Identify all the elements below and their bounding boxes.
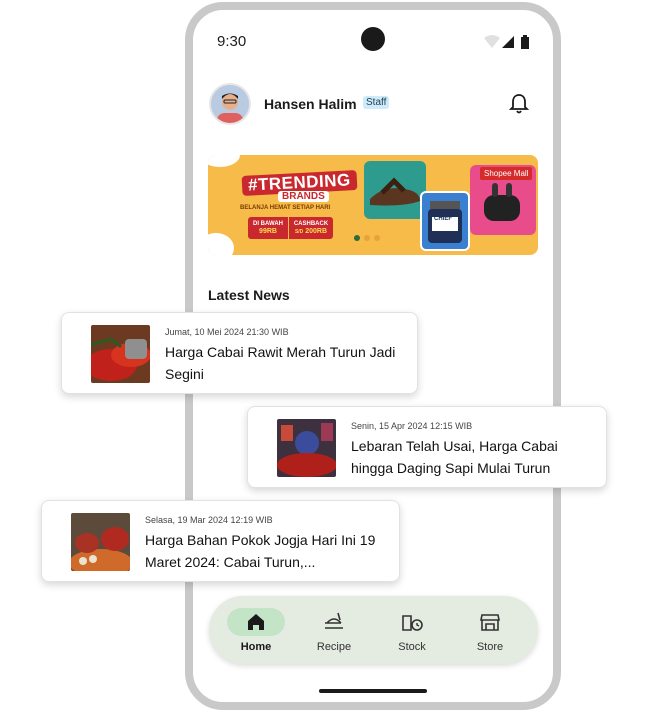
promo-under-label: DI BAWAH [253,221,283,227]
promo-cashback-prefix: S/D [294,229,304,235]
bottom-navigation: Home Recipe Stock Store [209,596,538,664]
banner-tagline: BELANJA HEMAT SETIAP HARI [240,205,331,211]
news-card[interactable]: Senin, 15 Apr 2024 12:15 WIB Lebaran Tel… [247,406,607,488]
nav-home-label: Home [240,641,272,653]
battery-icon [521,37,529,49]
news-headline: Lebaran Telah Usai, Harga Cabai hingga D… [351,438,558,476]
nav-stock-icon-wrap [383,608,441,636]
status-time: 9:30 [217,33,247,50]
notification-bell-icon[interactable] [509,93,529,115]
user-name: Hansen Halim [264,96,357,112]
nav-store-label: Store [476,641,504,653]
promo-cashback: CASHBACK S/D 200RB [289,217,333,239]
news-card[interactable]: Jumat, 10 Mei 2024 21:30 WIB Harga Cabai… [61,312,418,394]
news-date: Selasa, 19 Mar 2024 12:19 WIB [145,515,273,525]
news-thumbnail [71,513,130,571]
home-icon [248,614,264,630]
nav-store[interactable]: Store [451,608,529,656]
nav-recipe-label: Recipe [316,641,352,653]
role-badge: Staff [363,96,390,109]
nav-home-active-pill [227,608,285,636]
news-card[interactable]: Selasa, 19 Mar 2024 12:19 WIB Harga Baha… [41,500,400,582]
news-thumbnail [277,419,336,477]
store-icon [480,614,500,631]
recipe-icon [325,612,343,629]
product-sandal-tile [364,161,426,219]
signal-icon [502,36,514,48]
product-jar-tile: CHIEF [420,191,470,251]
banner-cloud-decoration [208,233,234,255]
stock-icon [402,615,423,631]
avatar[interactable] [209,83,251,125]
news-headline: Harga Cabai Rawit Merah Turun Jadi Segin… [165,344,396,382]
news-date: Senin, 15 Apr 2024 12:15 WIB [351,421,473,431]
promo-under-price: DI BAWAH 99RB [248,217,288,239]
news-thumbnail [91,325,150,383]
banner-subheadline: BRANDS [278,191,329,202]
product-jar-label: CHIEF [434,216,452,222]
promo-banner[interactable]: #TRENDING BRANDS BELANJA HEMAT SETIAP HA… [208,155,538,255]
wifi-icon [484,35,500,48]
nav-store-icon-wrap [461,608,519,636]
nav-recipe-icon-wrap [305,608,363,636]
promo-under-value: 99RB [259,228,277,235]
status-icons [484,35,529,49]
promo-cashback-label: CASHBACK [293,221,329,227]
news-headline: Harga Bahan Pokok Jogja Hari Ini 19 Mare… [145,532,376,570]
news-date: Jumat, 10 Mei 2024 21:30 WIB [165,327,289,337]
banner-cloud-decoration [208,155,240,167]
front-camera [361,27,385,51]
nav-recipe[interactable]: Recipe [295,608,373,656]
promo-cashback-amount: 200RB [305,228,328,235]
nav-home[interactable]: Home [217,608,295,656]
shopee-mall-label: Shopee Mall [480,167,533,180]
latest-news-title: Latest News [208,287,290,303]
nav-stock-label: Stock [398,641,426,653]
promo-cashback-value: S/D 200RB [289,228,333,236]
nav-stock[interactable]: Stock [373,608,451,656]
home-gesture-bar[interactable] [319,689,427,693]
